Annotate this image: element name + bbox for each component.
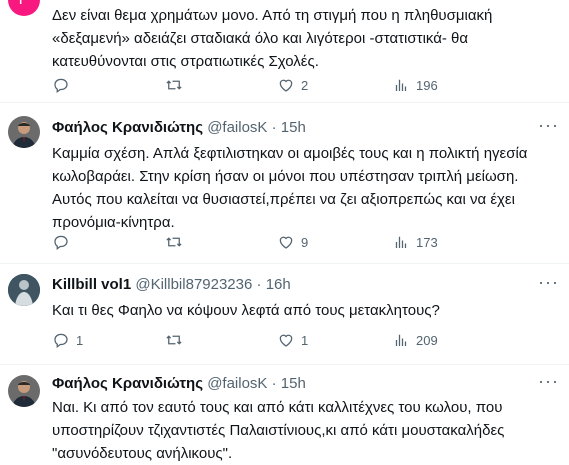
tweet-actions: 1 1 209 [52,330,557,350]
more-options-icon[interactable]: ··· [538,115,559,136]
like-button[interactable]: 2 [277,75,308,95]
separator-dot: · [271,375,277,392]
tweet-text-line: Καμμία σχέση. Απλά ξεφτιλιστηκαν οι αμοι… [52,145,528,162]
person-photo-icon [8,274,40,306]
reply-icon [54,78,68,94]
retweet-button[interactable] [165,232,189,252]
display-name[interactable]: Φαήλος Κρανιδιώτης [52,375,203,392]
views-count: 173 [416,234,438,250]
heart-icon [279,334,293,347]
timestamp[interactable]: 16h [266,276,291,293]
views-chart-icon [395,79,407,91]
tweet-text-line: «δεξαμενή» αδειάζει σταδιακά όλο και λιγ… [52,30,469,47]
tweet-header: Killbill vol1 @Killbil87923236 · 16h [52,276,291,293]
reply-icon [54,235,68,251]
views-chart-icon [395,236,407,248]
timestamp[interactable]: 15h [281,375,306,392]
more-options-icon[interactable]: ··· [538,371,559,392]
person-photo-icon [12,381,36,407]
like-button[interactable]: 9 [277,232,308,252]
reply-button[interactable] [52,232,76,252]
tweet-text-line: υποστηρίζουν τζιχαντιστές Παλαιστίνιους,… [52,422,505,439]
reply-icon [54,333,68,349]
views-chart-icon [395,334,407,346]
tweet-1[interactable]: P Δεν είναι θεμα χρημάτων μονο. Από τη σ… [0,0,569,102]
separator-dot: · [271,119,277,136]
tweet-actions: 2 196 [52,75,557,95]
like-button[interactable]: 1 [277,330,308,350]
avatar[interactable] [8,375,40,407]
user-handle[interactable]: @failosK [207,119,267,136]
tweet-3[interactable]: Killbill vol1 @Killbil87923236 · 16h ···… [0,264,569,364]
reply-button[interactable] [52,75,76,95]
tweet-header: Φαήλος Κρανιδιώτης @failosK · 15h [52,375,306,392]
reply-count: 1 [76,332,84,348]
retweet-button[interactable] [165,330,189,350]
retweet-icon [166,335,182,345]
tweet-actions: 9 173 [52,232,557,252]
timestamp[interactable]: 15h [281,119,306,136]
retweet-icon [166,237,182,247]
tweet-text-line: προνόμια-κίνητρα. [52,214,175,231]
avatar[interactable] [8,116,40,148]
views-button[interactable]: 196 [392,75,438,95]
avatar[interactable] [8,274,40,306]
tweet-2[interactable]: Φαήλος Κρανιδιώτης @failosK · 15h ··· Κα… [0,103,569,263]
user-handle[interactable]: @Killbil87923236 [135,276,252,293]
heart-icon [279,79,293,92]
avatar-letter: P [8,0,40,16]
heart-icon [279,236,293,249]
tweet-text-line: Ναι. Κι από τον εαυτό τους και από κάτι … [52,399,503,416]
retweet-button[interactable] [165,75,189,95]
like-count: 9 [301,234,309,250]
user-handle[interactable]: @failosK [207,375,267,392]
views-count: 209 [416,332,438,348]
avatar[interactable]: P [8,0,40,16]
separator-dot: · [256,276,262,293]
tweet-text-line: κατευθύνονται στις στρατιωτικές Σχολές. [52,53,319,70]
more-options-icon[interactable]: ··· [538,272,559,293]
tweet-text-line: Και τι θες Φαηλο να κόψουν λεφτά από του… [52,302,440,319]
tweet-4[interactable]: Φαήλος Κρανιδιώτης @failosK · 15h ··· Να… [0,365,569,462]
tweet-header: Φαήλος Κρανιδιώτης @failosK · 15h [52,119,306,136]
views-button[interactable]: 173 [392,232,438,252]
tweet-text-line: κωλοβαράει. Στην κρίση ήσαν οι μόνοι που… [52,168,519,185]
tweet-text: Ναι. Κι από τον εαυτό τους και από κάτι … [52,396,552,465]
reply-button[interactable]: 1 [52,330,83,350]
views-button[interactable]: 209 [392,330,438,350]
retweet-icon [166,80,182,90]
tweet-text: Καμμία σχέση. Απλά ξεφτιλιστηκαν οι αμοι… [52,142,552,234]
tweet-text: Και τι θες Φαηλο να κόψουν λεφτά από του… [52,299,552,322]
like-count: 1 [301,332,309,348]
display-name[interactable]: Φαήλος Κρανιδιώτης [52,119,203,136]
views-count: 196 [416,77,438,93]
tweet-text-line: Αυτός που καλείται να θυσιαστεί,πρέπει ν… [52,191,515,208]
tweet-text-line: Δεν είναι θεμα χρημάτων μονο. Από τη στι… [52,7,493,24]
like-count: 2 [301,77,309,93]
tweet-text: Δεν είναι θεμα χρημάτων μονο. Από τη στι… [52,4,552,73]
display-name[interactable]: Killbill vol1 [52,276,131,293]
person-photo-icon [12,122,36,148]
